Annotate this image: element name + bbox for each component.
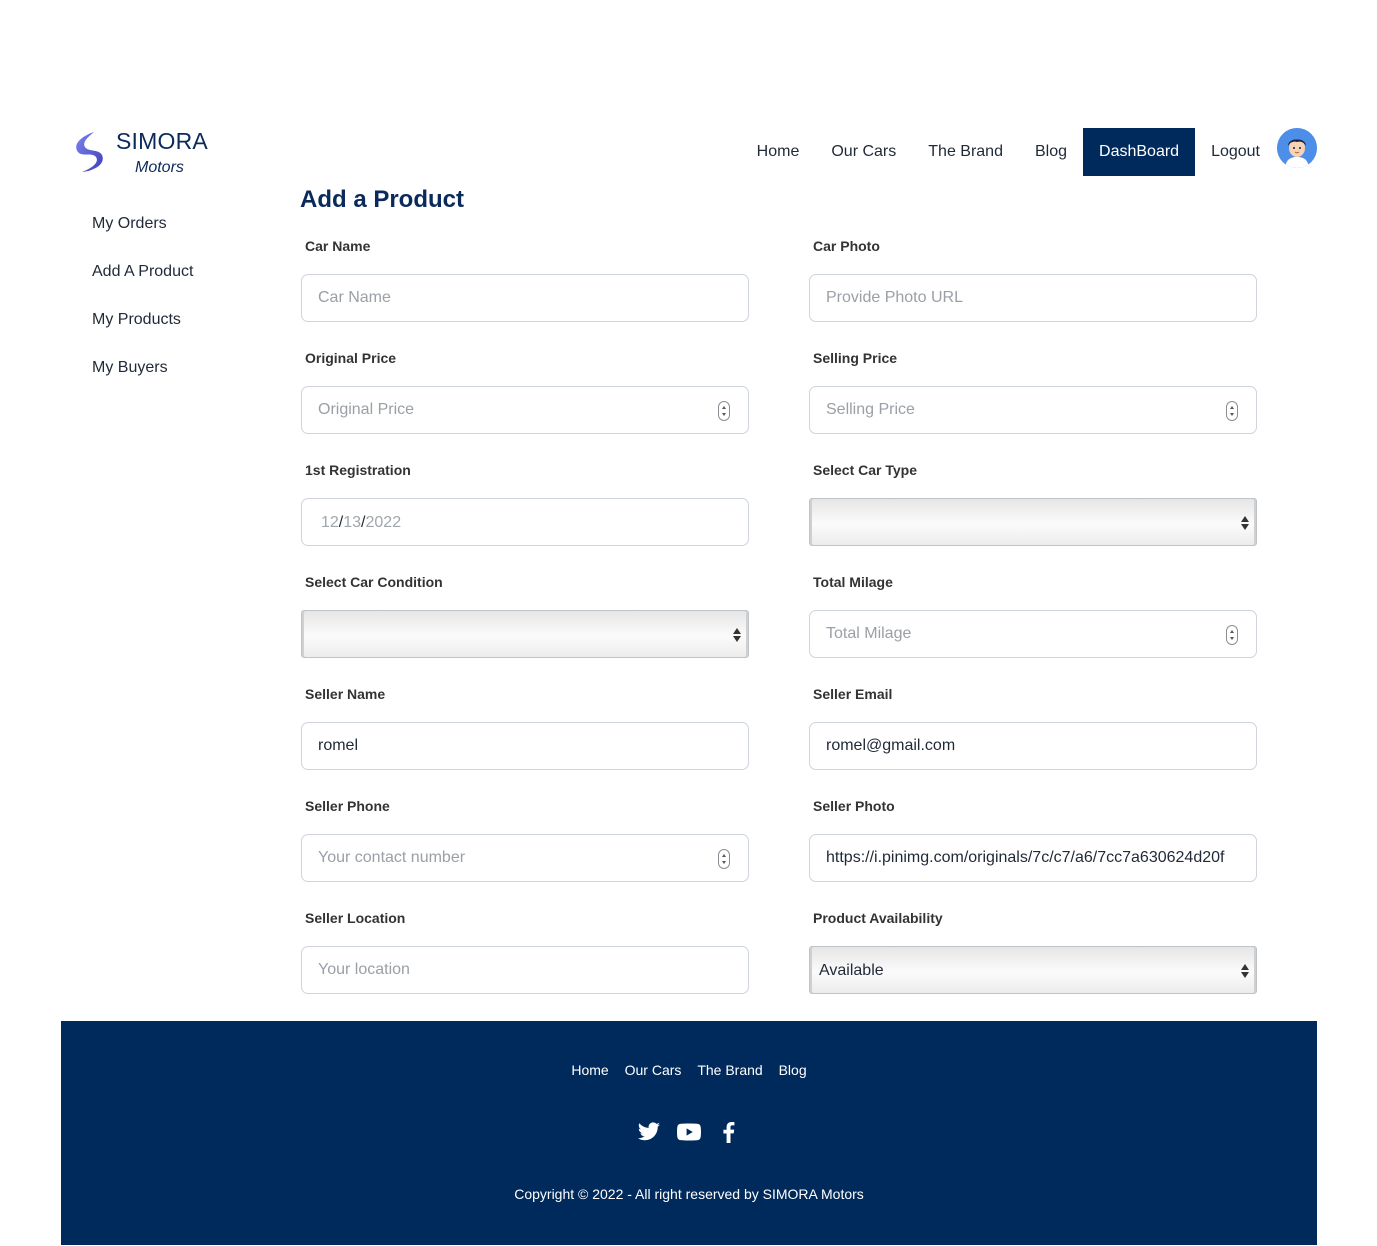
original-price-box (301, 386, 749, 434)
seller-phone-input[interactable] (302, 835, 748, 881)
nav-blog[interactable]: Blog (1019, 128, 1083, 176)
brand-tagline: Motors (135, 159, 184, 176)
car-name-label: Car Name (305, 238, 371, 254)
nav-dashboard[interactable]: DashBoard (1083, 128, 1196, 176)
availability-select[interactable]: Available (809, 946, 1257, 994)
seller-email-field: Seller Email (809, 684, 1257, 770)
footer-nav: Home Our Cars The Brand Blog (61, 1062, 1317, 1078)
seller-name-label: Seller Name (305, 686, 386, 702)
seller-photo-field: Seller Photo (809, 796, 1257, 882)
select-arrows-icon (733, 627, 741, 643)
availability-label: Product Availability (813, 910, 943, 926)
sidebar-item-add-product[interactable]: Add A Product (92, 248, 272, 296)
car-condition-label: Select Car Condition (305, 574, 443, 590)
car-name-box (301, 274, 749, 322)
footer-link-our-cars[interactable]: Our Cars (625, 1062, 682, 1078)
original-price-field: Original Price (301, 348, 749, 434)
nav-our-cars[interactable]: Our Cars (815, 128, 912, 176)
footer-link-the-brand[interactable]: The Brand (697, 1062, 762, 1078)
simora-logo-icon (76, 132, 103, 172)
car-photo-box (809, 274, 1257, 322)
original-price-label: Original Price (305, 350, 397, 366)
seller-phone-field: Seller Phone (301, 796, 749, 882)
number-spinner-icon[interactable] (718, 401, 730, 421)
car-name-input[interactable] (302, 275, 748, 321)
seller-email-input[interactable] (810, 723, 1256, 769)
car-condition-field: Select Car Condition (301, 572, 749, 658)
seller-phone-label: Seller Phone (305, 798, 390, 814)
brand-logo[interactable]: SIMORA Motors (68, 128, 218, 180)
car-name-field: Car Name (301, 236, 749, 322)
car-type-select[interactable] (809, 498, 1257, 546)
page-title: Add a Product (300, 186, 465, 213)
car-condition-select[interactable] (301, 610, 749, 658)
number-spinner-icon[interactable] (1226, 625, 1238, 645)
selling-price-input[interactable] (810, 387, 1256, 433)
seller-name-field: Seller Name (301, 684, 749, 770)
registration-label: 1st Registration (305, 462, 411, 478)
seller-name-box (301, 722, 749, 770)
seller-photo-input[interactable] (810, 835, 1256, 881)
user-avatar-icon (1277, 128, 1317, 168)
milage-input[interactable] (810, 611, 1256, 657)
facebook-icon[interactable] (717, 1120, 741, 1144)
youtube-icon[interactable] (677, 1120, 701, 1144)
sidebar-item-my-products[interactable]: My Products (92, 296, 272, 344)
twitter-icon[interactable] (637, 1120, 661, 1144)
milage-box (809, 610, 1257, 658)
seller-location-label: Seller Location (305, 910, 406, 926)
select-arrows-icon (1241, 515, 1249, 531)
car-photo-field: Car Photo (809, 236, 1257, 322)
seller-location-box (301, 946, 749, 994)
select-arrows-icon (1241, 963, 1249, 979)
number-spinner-icon[interactable] (1226, 401, 1238, 421)
selling-price-box (809, 386, 1257, 434)
car-type-label: Select Car Type (813, 462, 918, 478)
car-type-field: Select Car Type (809, 460, 1257, 546)
site-footer: Home Our Cars The Brand Blog Copyright ©… (61, 1021, 1317, 1245)
seller-name-input[interactable] (302, 723, 748, 769)
number-spinner-icon[interactable] (718, 849, 730, 869)
nav-the-brand[interactable]: The Brand (912, 128, 1019, 176)
footer-link-blog[interactable]: Blog (779, 1062, 807, 1078)
footer-link-home[interactable]: Home (571, 1062, 608, 1078)
registration-date-input[interactable]: 12/13/2022 (301, 498, 749, 546)
sidebar-item-my-buyers[interactable]: My Buyers (92, 344, 272, 392)
car-photo-input[interactable] (810, 275, 1256, 321)
selling-price-field: Selling Price (809, 348, 1257, 434)
sidebar-item-my-orders[interactable]: My Orders (92, 200, 272, 248)
registration-date-value: 12/13/2022 (321, 514, 402, 531)
copyright-text: Copyright © 2022 - All right reserved by… (514, 1186, 864, 1202)
car-photo-label: Car Photo (813, 238, 880, 254)
brand-name: SIMORA (116, 128, 208, 154)
seller-phone-box (301, 834, 749, 882)
seller-photo-box (809, 834, 1257, 882)
original-price-input[interactable] (302, 387, 748, 433)
seller-email-box (809, 722, 1257, 770)
user-avatar[interactable] (1277, 128, 1317, 168)
top-nav: Home Our Cars The Brand Blog DashBoard L… (741, 128, 1317, 176)
milage-field: Total Milage (809, 572, 1257, 658)
seller-location-field: Seller Location (301, 908, 749, 994)
selling-price-label: Selling Price (813, 350, 898, 366)
availability-field: Product Availability Available (809, 908, 1257, 994)
social-links (61, 1120, 1317, 1144)
registration-field: 1st Registration 12/13/2022 (301, 460, 749, 546)
nav-home[interactable]: Home (741, 128, 816, 176)
availability-value: Available (819, 962, 884, 979)
seller-photo-label: Seller Photo (813, 798, 895, 814)
nav-logout[interactable]: Logout (1195, 128, 1276, 176)
seller-email-label: Seller Email (813, 686, 893, 702)
dashboard-sidebar: My Orders Add A Product My Products My B… (92, 200, 272, 392)
seller-location-input[interactable] (302, 947, 748, 993)
milage-label: Total Milage (813, 574, 893, 590)
